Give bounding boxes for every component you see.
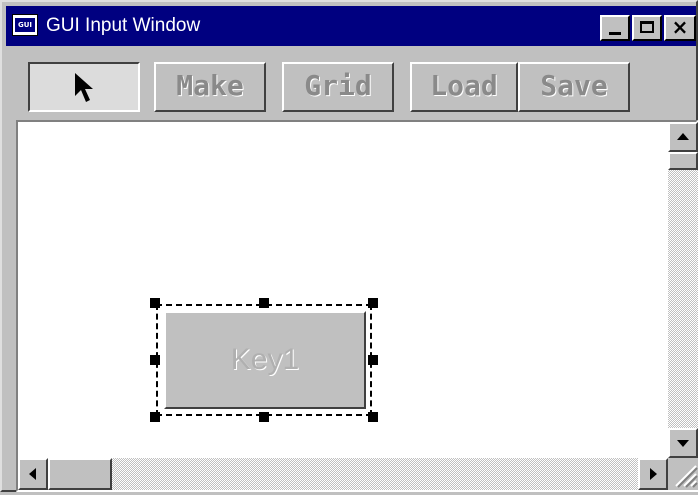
select-tool-button[interactable] [28,62,140,112]
resize-handle-right[interactable] [368,355,378,365]
resize-handle-bottom-left[interactable] [150,412,160,422]
key1-button[interactable]: Key1 [164,311,366,409]
scroll-left-arrow-icon [29,468,36,480]
resize-handle-left[interactable] [150,355,160,365]
title-bar[interactable]: GUI GUI Input Window × [6,6,696,46]
scroll-right-button[interactable] [638,458,668,490]
resize-handle-top-left[interactable] [150,298,160,308]
close-button[interactable]: × [664,15,696,41]
resize-handle-bottom[interactable] [259,412,269,422]
scroll-down-arrow-icon [677,440,689,447]
window-title: GUI Input Window [46,15,201,36]
vertical-scroll-thumb[interactable] [668,152,698,170]
save-button-label: Save [540,69,608,102]
resize-handle-top[interactable] [259,298,269,308]
horizontal-scroll-thumb[interactable] [48,458,112,490]
scroll-up-arrow-icon [677,133,689,140]
maximize-icon [640,21,654,33]
design-canvas[interactable]: Key1 [18,122,668,458]
app-icon-text: GUI [15,18,35,32]
gui-input-window: GUI GUI Input Window × Make Grid Load Sa… [0,0,698,492]
grid-button-label: Grid [304,69,372,102]
resize-grip-icon [675,465,698,488]
canvas-frame: Key1 [16,120,698,492]
size-grip[interactable] [668,458,698,490]
resize-handle-top-right[interactable] [368,298,378,308]
maximize-button[interactable] [632,15,662,41]
minimize-button[interactable] [600,15,630,41]
scroll-left-button[interactable] [18,458,48,490]
minimize-icon [609,32,621,35]
arrow-pointer-icon [75,73,93,102]
key1-button-label: Key1 [230,343,300,376]
horizontal-scrollbar[interactable] [18,458,668,490]
scroll-right-arrow-icon [650,468,657,480]
load-button-label: Load [430,69,498,102]
vertical-scrollbar[interactable] [668,122,698,458]
make-button-label: Make [176,69,244,102]
toolbar: Make Grid Load Save [4,48,696,120]
resize-handle-bottom-right[interactable] [368,412,378,422]
close-icon: × [671,15,689,39]
gui-app-icon[interactable]: GUI [12,14,38,36]
grid-button[interactable]: Grid [282,62,394,112]
load-button[interactable]: Load [410,62,518,112]
make-button[interactable]: Make [154,62,266,112]
scroll-down-button[interactable] [668,428,698,458]
save-button[interactable]: Save [518,62,630,112]
scroll-up-button[interactable] [668,122,698,152]
